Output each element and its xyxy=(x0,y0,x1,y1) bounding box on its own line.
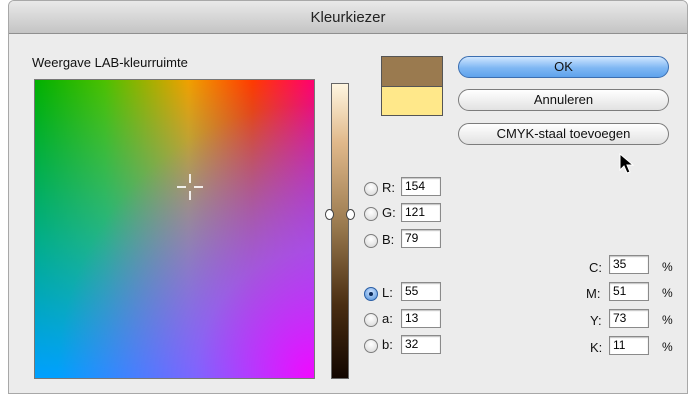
add-to-swatches-button[interactable]: CMYK-staal toevoegen xyxy=(458,123,669,145)
field-r[interactable]: 154 xyxy=(401,177,441,196)
label-m: M: xyxy=(586,286,601,301)
field-y[interactable]: 73 xyxy=(609,309,649,328)
title-bar[interactable]: Kleurkiezer xyxy=(9,1,687,34)
label-a: a: xyxy=(382,311,393,326)
color-crosshair[interactable] xyxy=(177,174,203,200)
label-c: C: xyxy=(589,260,602,275)
unit-c: % xyxy=(662,260,673,274)
radio-g[interactable] xyxy=(364,207,378,221)
field-b[interactable]: 79 xyxy=(401,229,441,248)
label-g: G: xyxy=(382,205,396,220)
slider-handle-left[interactable] xyxy=(325,209,334,220)
radio-r[interactable] xyxy=(364,182,378,196)
field-a[interactable]: 13 xyxy=(401,309,441,328)
color-field-title: Weergave LAB-kleurruimte xyxy=(32,55,188,70)
radio-b[interactable] xyxy=(364,234,378,248)
lab-color-field[interactable] xyxy=(34,79,315,379)
field-m[interactable]: 51 xyxy=(609,282,649,301)
lightness-slider[interactable] xyxy=(331,83,349,379)
cancel-button[interactable]: Annuleren xyxy=(458,89,669,111)
label-k: K: xyxy=(590,340,603,355)
field-k[interactable]: 11 xyxy=(609,336,649,355)
radio-l[interactable] xyxy=(364,287,378,301)
color-picker-dialog: Kleurkiezer Weergave LAB-kleurruimte OK … xyxy=(8,0,688,394)
field-lab-b[interactable]: 32 xyxy=(401,335,441,354)
slider-handle-right[interactable] xyxy=(346,209,355,220)
unit-m: % xyxy=(662,286,673,300)
label-y: Y: xyxy=(590,313,602,328)
new-color-swatch xyxy=(381,56,443,86)
current-color-swatch[interactable] xyxy=(381,86,443,116)
label-b: B: xyxy=(382,232,395,247)
label-l: L: xyxy=(382,285,393,300)
radio-a[interactable] xyxy=(364,313,378,327)
field-c[interactable]: 35 xyxy=(609,255,649,274)
label-r: R: xyxy=(382,180,395,195)
field-l[interactable]: 55 xyxy=(401,282,441,301)
field-g[interactable]: 121 xyxy=(401,203,441,222)
ok-button[interactable]: OK xyxy=(458,56,669,78)
unit-k: % xyxy=(662,340,673,354)
radio-lab-b[interactable] xyxy=(364,339,378,353)
unit-y: % xyxy=(662,313,673,327)
mouse-pointer-icon xyxy=(619,153,635,174)
dialog-title: Kleurkiezer xyxy=(310,9,386,26)
label-lab-b: b: xyxy=(382,337,393,352)
